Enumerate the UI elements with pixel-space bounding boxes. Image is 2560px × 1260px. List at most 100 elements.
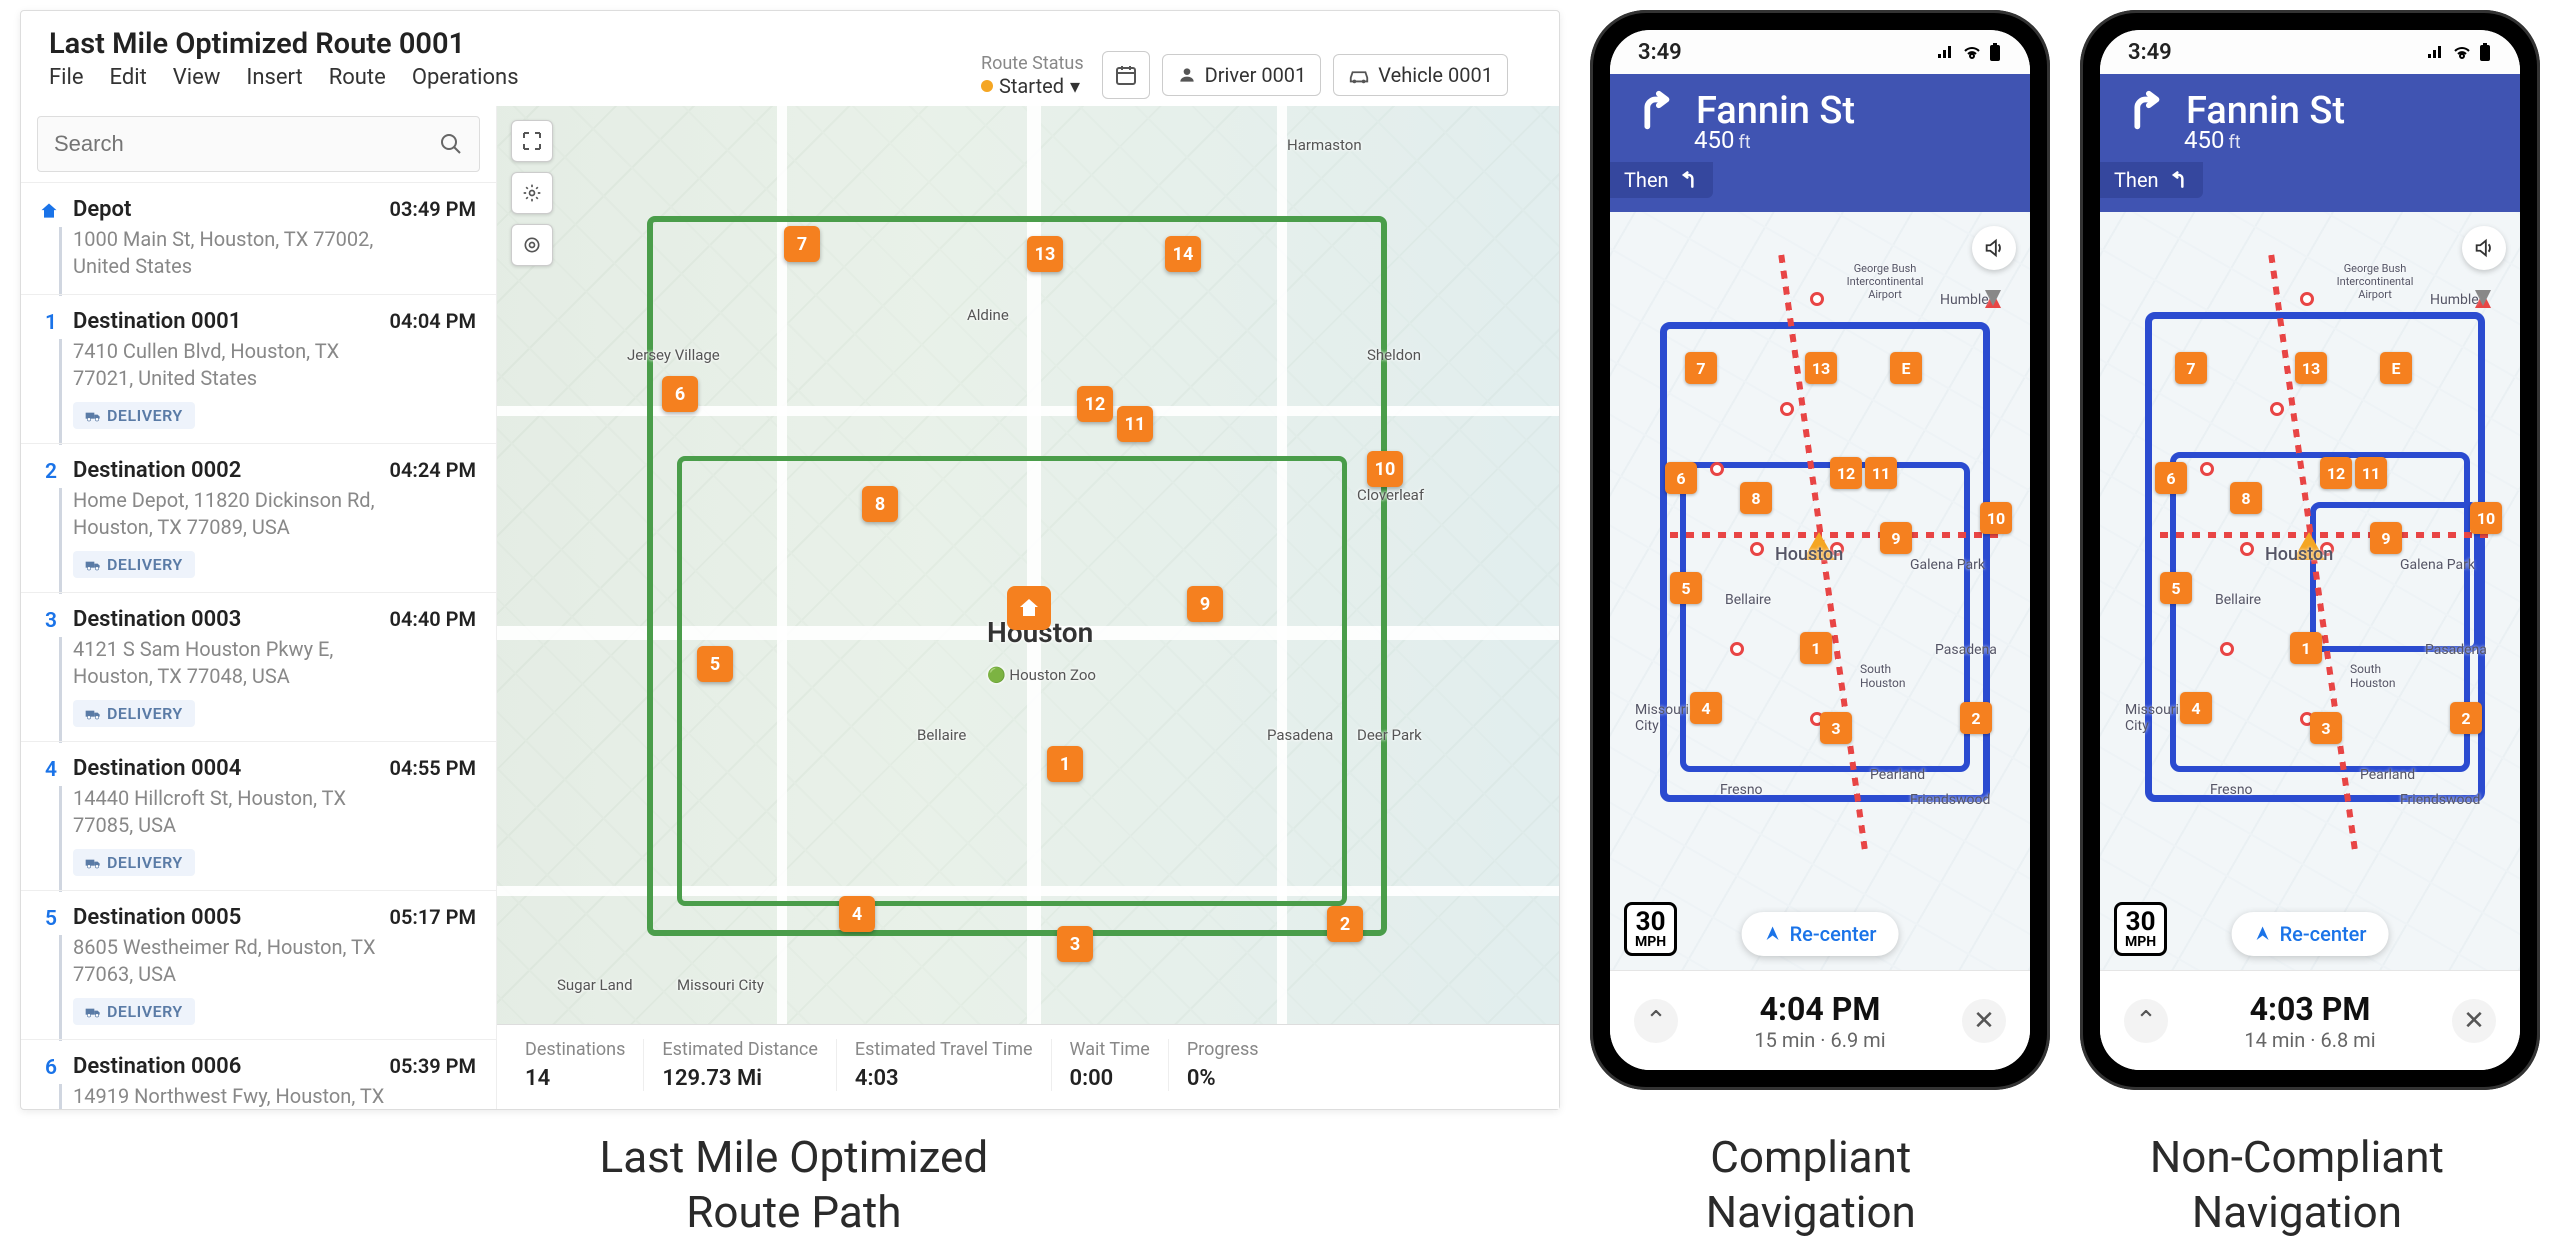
stop-number: 4 [41,758,61,782]
settings-button[interactable] [511,172,553,214]
search-input[interactable] [37,116,480,172]
stop-item[interactable]: 1Destination 000104:04 PM7410 Cullen Blv… [21,294,496,443]
ppin-2[interactable]: 2 [1960,702,1992,734]
recenter-button[interactable]: Re-center [1742,912,1899,956]
map-pin-1[interactable]: 1 [1047,746,1083,782]
driver-button[interactable]: Driver 0001 [1162,54,1322,96]
eta-time: 4:03 PM [2244,990,2375,1028]
ppin-13[interactable]: 13 [2295,352,2327,384]
delivery-badge: DELIVERY [73,551,195,578]
ppin-10[interactable]: 10 [2470,502,2502,534]
route-status-value[interactable]: Started ▾ [981,74,1084,98]
map-pin-12[interactable]: 12 [1077,386,1113,422]
search-field[interactable] [54,131,439,157]
vehicle-button[interactable]: Vehicle 0001 [1333,54,1508,96]
stop-item[interactable]: 6Destination 000605:39 PM14919 Northwest… [21,1039,496,1109]
stop-item[interactable]: 5Destination 000505:17 PM8605 Westheimer… [21,890,496,1039]
caption-desktop: Last Mile Optimized Route Path [20,1130,1568,1240]
ppin-6[interactable]: 6 [2155,462,2187,494]
menu-file[interactable]: File [49,65,84,90]
stop-item[interactable]: 2Destination 000204:24 PMHome Depot, 118… [21,443,496,592]
map-pin-4[interactable]: 4 [839,896,875,932]
stop-item[interactable]: Depot03:49 PM1000 Main St, Houston, TX 7… [21,182,496,294]
ppin-1[interactable]: 1 [1800,632,1832,664]
map-pin-8[interactable]: 8 [862,486,898,522]
ppin-12[interactable]: 12 [2320,457,2352,489]
fullscreen-button[interactable] [511,120,553,162]
ppin-5[interactable]: 5 [1670,572,1702,604]
phone-map[interactable]: 1 2 3 4 5 6 7 8 9 10 11 12 13 E Houston … [2100,212,2520,970]
ppin-E[interactable]: E [2380,352,2412,384]
map-pin-13[interactable]: 13 [1027,236,1063,272]
map-pin-3[interactable]: 3 [1057,926,1093,962]
ppin-5[interactable]: 5 [2160,572,2192,604]
ppin-3[interactable]: 3 [2310,712,2342,744]
truck-icon [85,1006,101,1018]
ppin-13[interactable]: 13 [1805,352,1837,384]
compass-icon[interactable] [2468,284,2498,314]
ppin-4[interactable]: 4 [2180,692,2212,724]
stop-address: 14440 Hillcroft St, Houston, TX 77085, U… [73,785,393,839]
menu-operations[interactable]: Operations [412,65,519,90]
map-pin-9[interactable]: 9 [1187,586,1223,622]
map-pin-5[interactable]: 5 [697,646,733,682]
stop-list[interactable]: Depot03:49 PM1000 Main St, Houston, TX 7… [21,182,496,1109]
map-pin-2[interactable]: 2 [1327,906,1363,942]
menu-insert[interactable]: Insert [246,65,302,90]
stop-item[interactable]: 4Destination 000404:55 PM14440 Hillcroft… [21,741,496,890]
menu-route[interactable]: Route [329,65,386,90]
stop-name: Destination 0003 [73,607,241,632]
expand-icon [522,131,542,151]
expand-up-button[interactable]: ⌃ [2124,999,2168,1043]
ppin-8[interactable]: 8 [1740,482,1772,514]
ppin-8[interactable]: 8 [2230,482,2262,514]
ppin-9[interactable]: 9 [1880,522,1912,554]
turn-left-icon [1679,170,1699,190]
depot-marker[interactable] [1007,586,1051,630]
ppin-7[interactable]: 7 [1685,352,1717,384]
close-button[interactable]: ✕ [2452,999,2496,1043]
locate-button[interactable] [511,224,553,266]
ppin-12[interactable]: 12 [1830,457,1862,489]
sound-button[interactable] [2462,226,2506,270]
map-pin-10[interactable]: 10 [1367,451,1403,487]
ppin-2[interactable]: 2 [2450,702,2482,734]
ppin-10[interactable]: 10 [1980,502,2012,534]
wifi-icon [2452,44,2472,60]
menu-view[interactable]: View [173,65,221,90]
ppin-E[interactable]: E [1890,352,1922,384]
battery-icon [1988,42,2002,62]
recenter-button[interactable]: Re-center [2232,912,2389,956]
target-icon [522,235,542,255]
stop-item[interactable]: 3Destination 000304:40 PM4121 S Sam Hous… [21,592,496,741]
map-pin-11[interactable]: 11 [1117,406,1153,442]
route-status-label: Route Status [981,53,1084,74]
map-pin-6[interactable]: 6 [662,376,698,412]
ppin-11[interactable]: 11 [1865,457,1897,489]
ppin-11[interactable]: 11 [2355,457,2387,489]
ppin-7[interactable]: 7 [2175,352,2207,384]
stop-address: 4121 S Sam Houston Pkwy E, Houston, TX 7… [73,636,393,690]
map-pin-14[interactable]: 14 [1165,236,1201,272]
stop-number: 5 [41,907,61,931]
turn-right-icon [1632,88,1678,134]
nav-then[interactable]: Then [2100,162,2203,198]
close-button[interactable]: ✕ [1962,999,2006,1043]
status-time: 3:49 [1638,40,1682,65]
map-canvas[interactable]: Houston Pasadena Cloverleaf Sheldon Harm… [497,106,1559,1109]
ppin-6[interactable]: 6 [1665,462,1697,494]
sound-button[interactable] [1972,226,2016,270]
current-location-icon [1803,532,1835,560]
ppin-4[interactable]: 4 [1690,692,1722,724]
map-pin-7[interactable]: 7 [784,226,820,262]
nav-then[interactable]: Then [1610,162,1713,198]
expand-up-button[interactable]: ⌃ [1634,999,1678,1043]
stat-label: Wait Time [1070,1039,1150,1060]
ppin-1[interactable]: 1 [2290,632,2322,664]
phone-map[interactable]: 1 2 3 4 5 6 7 8 9 10 11 12 13 E Houston … [1610,212,2030,970]
calendar-button[interactable] [1102,51,1150,99]
menu-edit[interactable]: Edit [110,65,147,90]
ppin-3[interactable]: 3 [1820,712,1852,744]
ppin-9[interactable]: 9 [2370,522,2402,554]
compass-icon[interactable] [1978,284,2008,314]
